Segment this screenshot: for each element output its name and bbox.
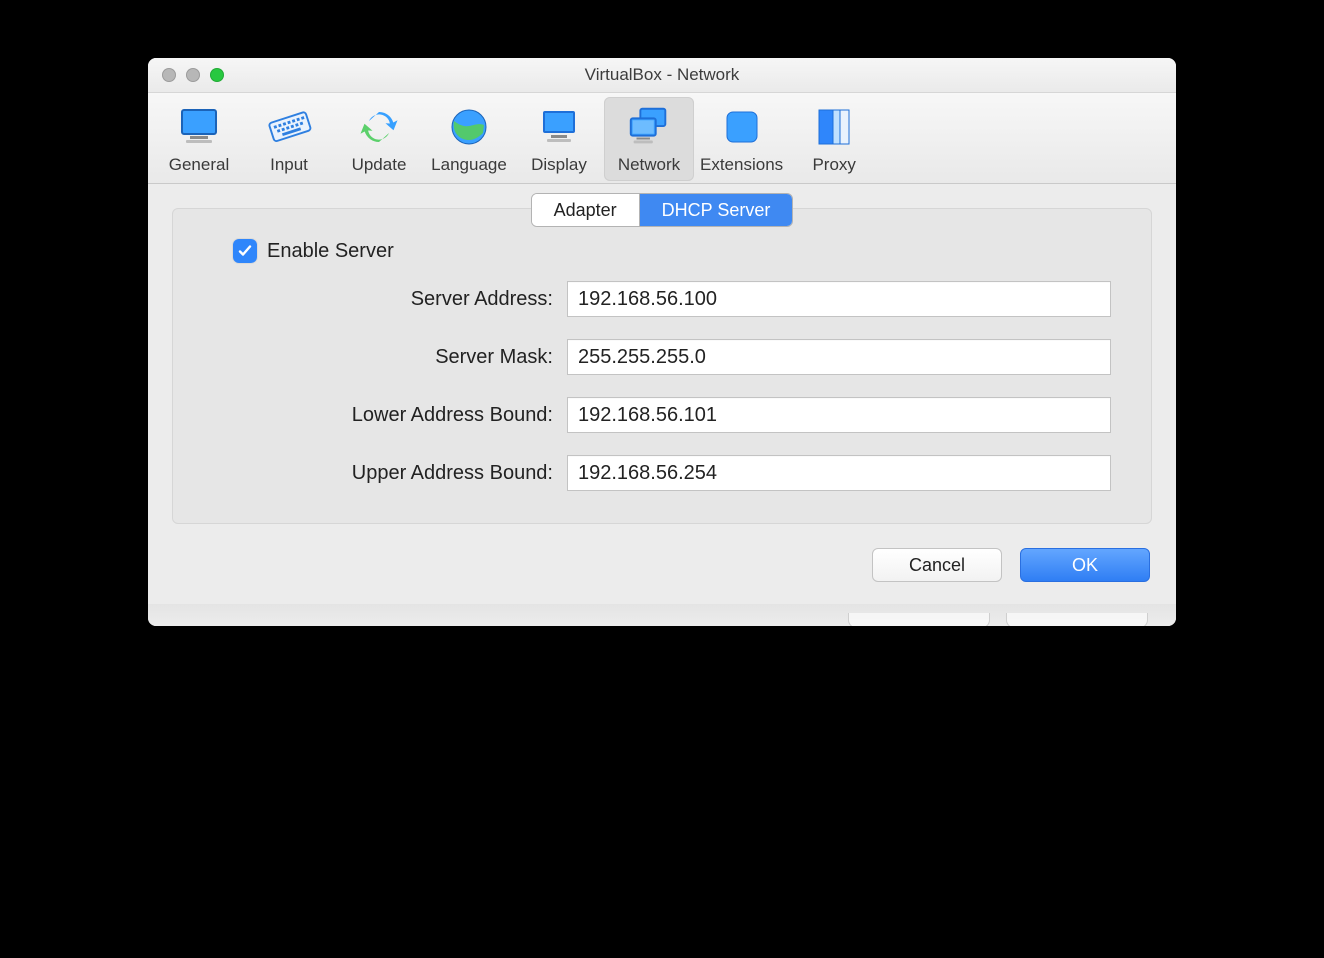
toolbar-label: Network <box>618 155 680 175</box>
toolbar-label: Input <box>270 155 308 175</box>
dialog-footer: Cancel OK <box>148 528 1176 604</box>
preferences-toolbar: General Input <box>148 93 1176 184</box>
toolbar-item-proxy[interactable]: Proxy <box>789 97 879 181</box>
toolbar-label: Update <box>352 155 407 175</box>
tab-dhcp-server[interactable]: DHCP Server <box>639 194 793 226</box>
background-button-ghost <box>848 613 990 626</box>
check-icon <box>237 243 253 259</box>
network-icon <box>625 103 673 151</box>
button-label: Cancel <box>909 555 965 575</box>
server-address-input[interactable] <box>567 281 1111 317</box>
ok-button[interactable]: OK <box>1020 548 1150 582</box>
upper-bound-input[interactable] <box>567 455 1111 491</box>
refresh-icon <box>355 103 403 151</box>
toolbar-label: Display <box>531 155 587 175</box>
content-area: Adapter DHCP Server Enable Server <box>148 184 1176 528</box>
background-button-ghost <box>1006 613 1148 626</box>
toolbar-item-extensions[interactable]: Extensions <box>694 97 789 181</box>
proxy-icon <box>810 103 858 151</box>
tab-label: DHCP Server <box>662 200 771 221</box>
toolbar-item-input[interactable]: Input <box>244 97 334 181</box>
upper-bound-label: Upper Address Bound: <box>233 462 553 485</box>
dhcp-form: Enable Server Server Address: Server Mas… <box>173 239 1151 491</box>
window-title: VirtualBox - Network <box>148 65 1176 85</box>
dhcp-panel: Adapter DHCP Server Enable Server <box>172 208 1152 524</box>
toolbar-item-language[interactable]: Language <box>424 97 514 181</box>
preferences-window: VirtualBox - Network General <box>148 58 1176 626</box>
extensions-icon <box>718 103 766 151</box>
display-icon <box>535 103 583 151</box>
toolbar-label: Proxy <box>812 155 855 175</box>
cancel-button[interactable]: Cancel <box>872 548 1002 582</box>
toolbar-label: General <box>169 155 229 175</box>
monitor-icon <box>175 103 223 151</box>
titlebar: VirtualBox - Network <box>148 58 1176 93</box>
tab-group: Adapter DHCP Server <box>173 193 1151 227</box>
server-mask-input[interactable] <box>567 339 1111 375</box>
server-mask-label: Server Mask: <box>233 346 553 369</box>
lower-bound-input[interactable] <box>567 397 1111 433</box>
toolbar-item-network[interactable]: Network <box>604 97 694 181</box>
tab-label: Adapter <box>554 200 617 221</box>
toolbar-item-general[interactable]: General <box>154 97 244 181</box>
globe-icon <box>445 103 493 151</box>
toolbar-label: Extensions <box>700 155 783 175</box>
lower-bound-label: Lower Address Bound: <box>233 404 553 427</box>
server-address-label: Server Address: <box>233 288 553 311</box>
enable-server-checkbox[interactable] <box>233 239 257 263</box>
toolbar-item-update[interactable]: Update <box>334 97 424 181</box>
keyboard-icon <box>265 103 313 151</box>
tab-adapter[interactable]: Adapter <box>532 194 639 226</box>
button-label: OK <box>1072 555 1098 575</box>
enable-server-label: Enable Server <box>267 240 394 263</box>
toolbar-item-display[interactable]: Display <box>514 97 604 181</box>
sheet-background-peek <box>148 604 1176 626</box>
toolbar-label: Language <box>431 155 507 175</box>
